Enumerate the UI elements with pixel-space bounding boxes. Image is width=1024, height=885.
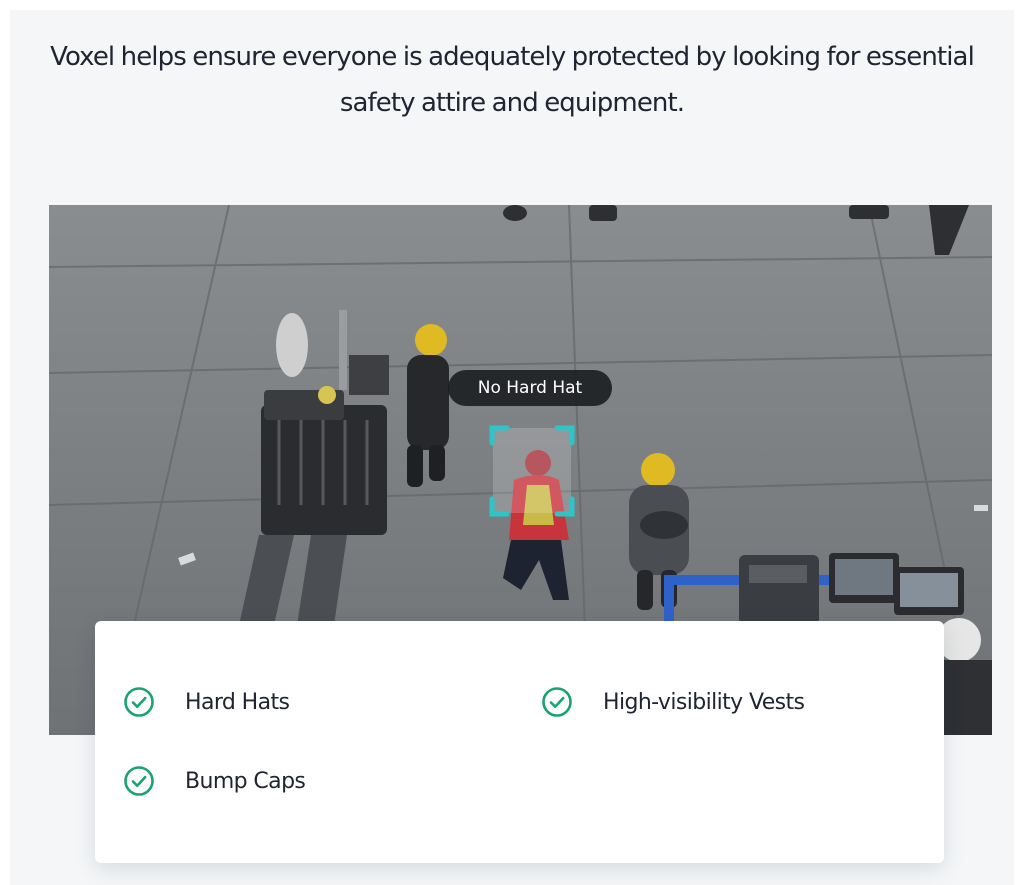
- feature-label: Hard Hats: [185, 689, 290, 715]
- features-card: Hard Hats High-visibility Vests Bump Cap…: [95, 621, 944, 863]
- intro-text: Voxel helps ensure everyone is adequatel…: [50, 42, 975, 118]
- feature-high-visibility-vests: High-visibility Vests: [541, 685, 805, 719]
- feature-bump-caps: Bump Caps: [123, 764, 306, 798]
- detection-label: No Hard Hat: [448, 370, 612, 406]
- feature-hard-hats: Hard Hats: [123, 685, 290, 719]
- feature-label: High-visibility Vests: [603, 689, 805, 715]
- check-circle-icon: [542, 687, 572, 717]
- feature-label: Bump Caps: [185, 768, 306, 794]
- check-circle-icon: [124, 687, 154, 717]
- check-circle-icon: [124, 766, 154, 796]
